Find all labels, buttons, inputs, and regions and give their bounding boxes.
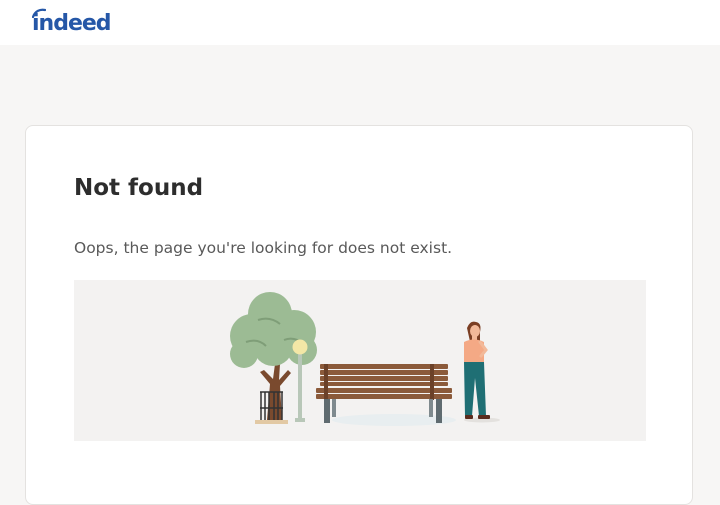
person-icon [464, 321, 500, 423]
indeed-logo-text: indeed [32, 11, 112, 36]
not-found-card: Not found Oops, the page you're looking … [25, 125, 693, 505]
tree-icon [230, 292, 317, 424]
site-header: indeed [0, 0, 720, 45]
page-title: Not found [74, 175, 204, 201]
error-message: Oops, the page you're looking for does n… [74, 239, 453, 257]
park-scene-image [230, 292, 500, 426]
park-illustration [74, 280, 646, 441]
street-lamp-icon [292, 339, 308, 422]
